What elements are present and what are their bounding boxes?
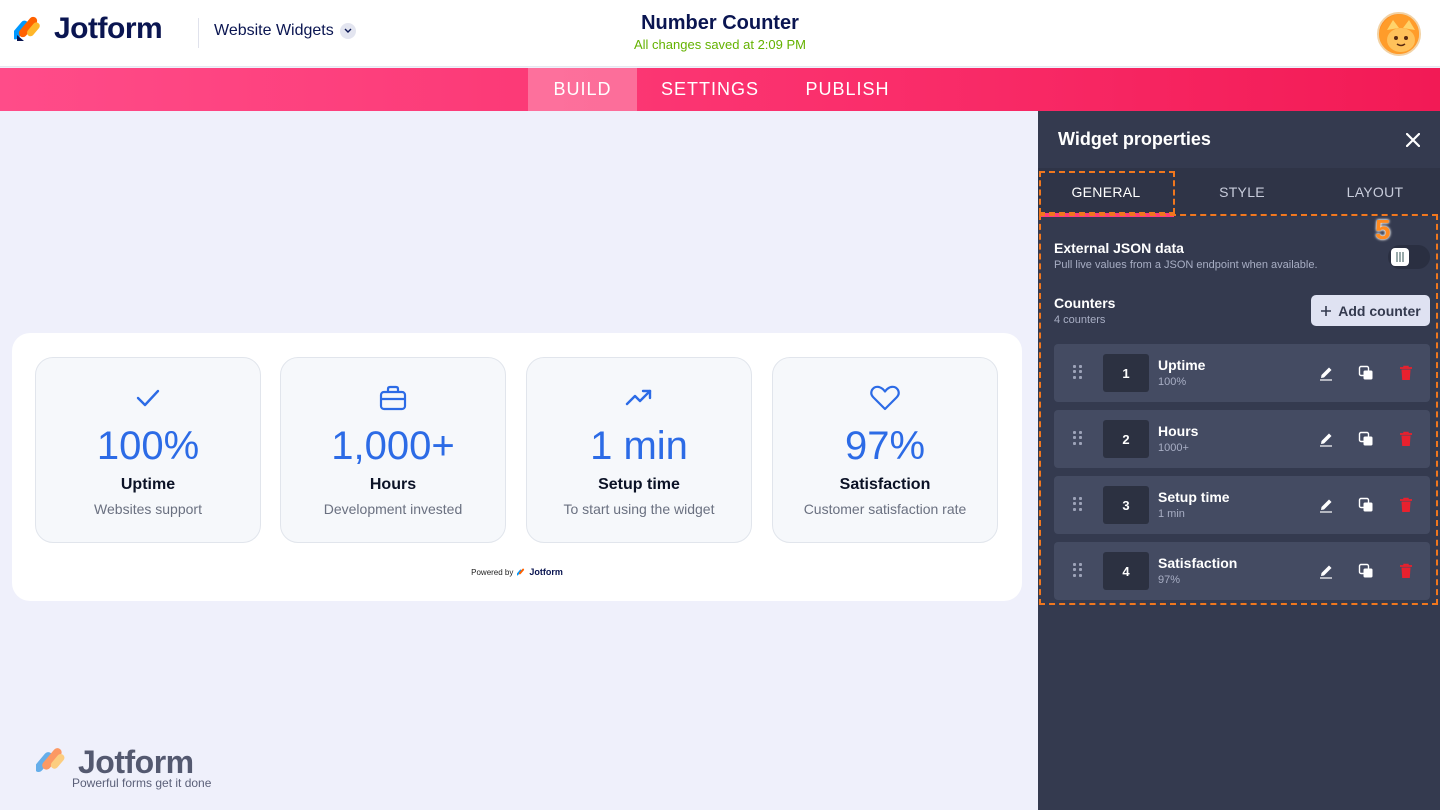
counter-value: 100% <box>1158 376 1187 388</box>
drag-handle-icon[interactable] <box>1073 497 1083 511</box>
heart-icon <box>870 385 900 411</box>
panel-title: Widget properties <box>1058 129 1211 149</box>
toggle-knob <box>1391 248 1409 266</box>
drag-handle-icon[interactable] <box>1073 365 1083 379</box>
counter-description: Customer satisfaction rate <box>803 501 967 517</box>
step-marker: 5 <box>1375 214 1391 245</box>
counter-row[interactable]: 3 Setup time 1 min <box>1054 476 1430 534</box>
counter-name: Hours <box>1158 423 1199 439</box>
duplicate-icon[interactable] <box>1356 561 1376 581</box>
duplicate-icon[interactable] <box>1356 363 1376 383</box>
counter-label: Setup time <box>598 476 680 493</box>
builder-nav: BUILD SETTINGS PUBLISH <box>0 68 1440 111</box>
counter-name: Satisfaction <box>1158 555 1238 571</box>
counter-card-uptime: 100% Uptime Websites support <box>35 357 261 543</box>
panel-tabs: GENERAL STYLE LAYOUT <box>1038 168 1440 217</box>
edit-icon[interactable] <box>1316 363 1336 383</box>
powered-by-brand: Jotform <box>529 567 563 577</box>
check-icon <box>136 389 160 407</box>
save-status: All changes saved at 2:09 PM <box>634 37 806 52</box>
counter-value: 100% <box>96 424 200 468</box>
brand-name: Jotform <box>54 12 163 45</box>
counter-value: 1 min <box>590 424 688 468</box>
counter-value: 1 min <box>1158 508 1185 520</box>
workspace-label: Website Widgets <box>214 22 334 39</box>
duplicate-icon[interactable] <box>1356 429 1376 449</box>
add-counter-label: Add counter <box>1338 302 1421 319</box>
tab-settings[interactable]: SETTINGS <box>650 68 770 111</box>
plus-icon <box>1321 305 1332 316</box>
counter-value: 1,000+ <box>331 424 455 468</box>
edit-icon[interactable] <box>1316 429 1336 449</box>
edit-icon[interactable] <box>1316 561 1336 581</box>
counter-value: 97% <box>844 424 926 468</box>
chevron-down-icon <box>339 23 356 39</box>
counter-card-hours: 1,000+ Hours Development invested <box>280 357 506 543</box>
counter-index: 3 <box>1103 486 1149 524</box>
tab-build[interactable]: BUILD <box>528 68 637 111</box>
page-title[interactable]: Number Counter <box>520 12 920 35</box>
counter-name: Setup time <box>1158 489 1230 505</box>
counter-row[interactable]: 1 Uptime 100% <box>1054 344 1430 402</box>
top-header: Jotform Website Widgets Number Counter A… <box>0 0 1440 67</box>
duplicate-icon[interactable] <box>1356 495 1376 515</box>
trending-up-icon <box>625 389 652 406</box>
delete-icon[interactable] <box>1396 495 1416 515</box>
counter-label: Uptime <box>120 476 176 493</box>
add-counter-button[interactable]: Add counter <box>1311 295 1430 326</box>
tab-layout[interactable]: LAYOUT <box>1310 168 1440 216</box>
external-json-toggle[interactable] <box>1388 245 1430 269</box>
counters-count: 4 counters <box>1054 314 1106 326</box>
counter-index: 1 <box>1103 354 1149 392</box>
powered-by-text: Powered by <box>471 567 514 577</box>
counter-value: 97% <box>1158 574 1181 586</box>
tab-style[interactable]: STYLE <box>1174 168 1310 216</box>
panel-header: Widget properties <box>1038 111 1440 168</box>
header-divider <box>198 18 199 48</box>
page-title-block: Number Counter All changes saved at 2:09… <box>520 12 920 52</box>
jotform-logo[interactable]: Jotform <box>14 12 163 46</box>
counter-description: Websites support <box>94 501 202 517</box>
counter-label: Satisfaction <box>839 476 931 493</box>
drag-handle-icon[interactable] <box>1073 431 1083 445</box>
counter-index: 4 <box>1103 552 1149 590</box>
widget-preview: 100% Uptime Websites support 1,000+ Hour… <box>12 333 1022 601</box>
delete-icon[interactable] <box>1396 363 1416 383</box>
powered-by[interactable]: Powered by Jotform <box>12 567 1022 577</box>
watermark-tagline: Powerful forms get it done <box>72 776 212 790</box>
jotform-logo-icon <box>14 16 40 41</box>
tab-publish[interactable]: PUBLISH <box>795 68 900 111</box>
counter-card-setup-time: 1 min Setup time To start using the widg… <box>526 357 752 543</box>
counter-name: Uptime <box>1158 357 1206 373</box>
delete-icon[interactable] <box>1396 561 1416 581</box>
jotform-watermark-icon <box>36 748 65 773</box>
delete-icon[interactable] <box>1396 429 1416 449</box>
avatar[interactable] <box>1377 12 1421 56</box>
external-json-subtitle: Pull live values from a JSON endpoint wh… <box>1054 259 1318 271</box>
counters-title: Counters <box>1054 295 1116 311</box>
drag-handle-icon[interactable] <box>1073 563 1083 577</box>
counter-description: Development invested <box>323 501 463 517</box>
close-icon[interactable] <box>1405 127 1421 153</box>
counter-row[interactable]: 2 Hours 1000+ <box>1054 410 1430 468</box>
counter-index: 2 <box>1103 420 1149 458</box>
avatar-image <box>1379 14 1419 54</box>
workspace-selector[interactable]: Website Widgets <box>214 22 356 40</box>
jotform-mini-logo-icon <box>517 568 525 575</box>
counter-description: To start using the widget <box>563 501 715 517</box>
edit-icon[interactable] <box>1316 495 1336 515</box>
counter-card-satisfaction: 97% Satisfaction Customer satisfaction r… <box>772 357 998 543</box>
annotation-highlight-tab <box>1039 171 1175 214</box>
external-json-title: External JSON data <box>1054 240 1184 256</box>
briefcase-icon <box>379 385 407 411</box>
counter-value: 1000+ <box>1158 442 1189 454</box>
counter-row[interactable]: 4 Satisfaction 97% <box>1054 542 1430 600</box>
counter-label: Hours <box>369 476 417 493</box>
